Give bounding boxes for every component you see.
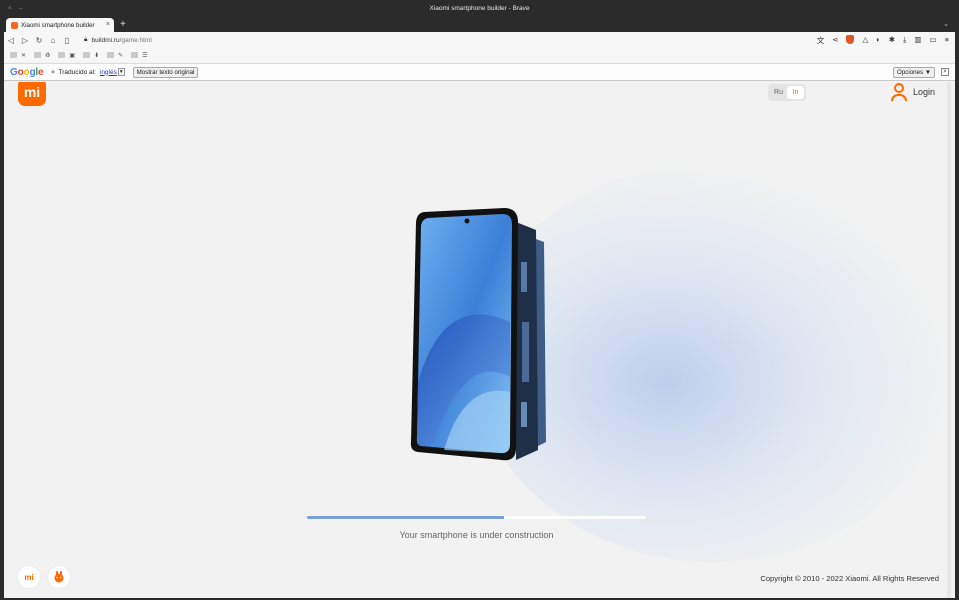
bookmarks-bar: ✕ ♻ ▣ ⬇ ✎ ☰ <box>4 48 955 62</box>
phone-image <box>410 208 546 461</box>
tab-menu-chevron-icon[interactable]: ⌄ <box>943 20 949 28</box>
favicon-icon <box>11 21 18 29</box>
bookmark-folder-icon[interactable] <box>83 52 91 58</box>
translated-label: Traducido al: <box>58 68 96 76</box>
status-text: Your smartphone is under construction <box>399 530 554 540</box>
lang-ru-button[interactable]: Ru <box>770 86 787 99</box>
wallet-panel-icon[interactable]: ▭ <box>930 35 937 46</box>
reload-icon[interactable]: ↻ <box>32 36 46 45</box>
build-progress-fill <box>307 516 504 519</box>
target-language-link[interactable]: inglés <box>100 69 117 76</box>
download-bookmark-icon[interactable]: ⬇ <box>94 52 99 59</box>
bunny-icon <box>54 571 64 583</box>
bookmark-icon[interactable]: ▯ <box>60 36 74 45</box>
back-icon[interactable]: ◁ <box>4 36 18 45</box>
list-icon[interactable]: ☰ <box>142 52 147 59</box>
new-tab-button[interactable]: + <box>120 19 126 30</box>
login-button[interactable]: Login <box>890 82 935 102</box>
translate-icon[interactable]: 文 <box>817 35 825 46</box>
close-tab-icon[interactable]: × <box>106 21 110 28</box>
phone-3d-render <box>404 202 554 464</box>
bookmark-folder-icon[interactable] <box>58 52 66 58</box>
bookmark-folder-icon[interactable] <box>10 52 17 58</box>
url-path: /game.html <box>119 36 152 44</box>
lock-icon: 🔒︎ <box>84 36 88 43</box>
tab-active[interactable]: Xiaomi smartphone builder × <box>6 18 114 32</box>
show-original-button[interactable]: Mostrar texto original <box>132 66 199 78</box>
url-field[interactable]: 🔒︎ buildmi.ru/game.html <box>84 36 152 44</box>
tab-title: Xiaomi smartphone builder <box>21 21 95 29</box>
address-bar: ◁ ▷ ↻ ⌂ ▯ 🔒︎ buildmi.ru/game.html 文 ⋖ △ … <box>4 32 955 48</box>
bookmark-folder-icon[interactable] <box>131 52 139 58</box>
url-domain: buildmi.ru <box>91 36 120 44</box>
tab-strip: Xiaomi smartphone builder × + ⌄ <box>4 16 955 32</box>
rewards-icon[interactable]: △ <box>862 35 868 46</box>
footer-mi-button[interactable]: mi <box>18 566 40 588</box>
mitu-bunny-icon[interactable] <box>48 566 70 588</box>
options-button[interactable]: Opciones ▼ <box>893 67 935 78</box>
menu-icon[interactable]: ≡ <box>945 35 949 46</box>
language-dropdown-icon[interactable]: ▾ <box>117 68 125 76</box>
translate-bar: Google 🔒︎ Traducido al: inglés ▾ Mostrar… <box>4 63 955 81</box>
scrollbar[interactable] <box>947 82 951 598</box>
home-icon[interactable]: ⌂ <box>46 36 60 45</box>
language-switch: Ru In <box>768 84 806 101</box>
leaf-icon[interactable]: ♻ <box>45 52 50 59</box>
bookmark-folder-icon[interactable] <box>34 52 42 58</box>
build-progress-bar <box>307 516 646 519</box>
share-icon[interactable]: ⋖ <box>832 35 838 46</box>
user-icon <box>890 82 908 102</box>
tools-icon[interactable]: ✕ <box>21 52 26 59</box>
extensions-icon[interactable]: ✱ <box>889 35 895 46</box>
bookmark-folder-icon[interactable] <box>107 52 115 58</box>
login-label: Login <box>913 87 936 97</box>
forward-icon[interactable]: ▷ <box>18 36 32 45</box>
toolbar-icons: 文 ⋖ △ ◐ ✱ ⤓ ▥ ▭ ≡ <box>817 35 949 46</box>
mi-logo[interactable]: mi <box>18 82 46 106</box>
download-icon[interactable]: ⤓ <box>903 35 906 46</box>
browser-window: × – Xiaomi smartphone builder - Brave Xi… <box>4 4 955 598</box>
wallet-icon[interactable]: ◐ <box>876 35 881 46</box>
google-logo: Google <box>10 66 44 78</box>
window-title: Xiaomi smartphone builder - Brave <box>429 5 530 12</box>
close-translate-icon[interactable]: × <box>941 68 949 76</box>
footer-mi-label: mi <box>24 572 34 582</box>
brave-shields-icon[interactable] <box>846 35 855 44</box>
image-icon[interactable]: ▣ <box>69 52 75 59</box>
sidebar-icon[interactable]: ▥ <box>914 35 921 46</box>
lock-icon: 🔒︎ <box>51 68 55 75</box>
page-content: mi Ru In Login Your smartphone is under … <box>4 82 951 598</box>
title-bar: × – Xiaomi smartphone builder - Brave <box>4 4 955 16</box>
note-icon[interactable]: ✎ <box>118 52 123 59</box>
lang-en-button[interactable]: In <box>787 86 804 99</box>
copyright-text: Copyright © 2010 - 2022 Xiaomi. All Righ… <box>760 574 939 583</box>
